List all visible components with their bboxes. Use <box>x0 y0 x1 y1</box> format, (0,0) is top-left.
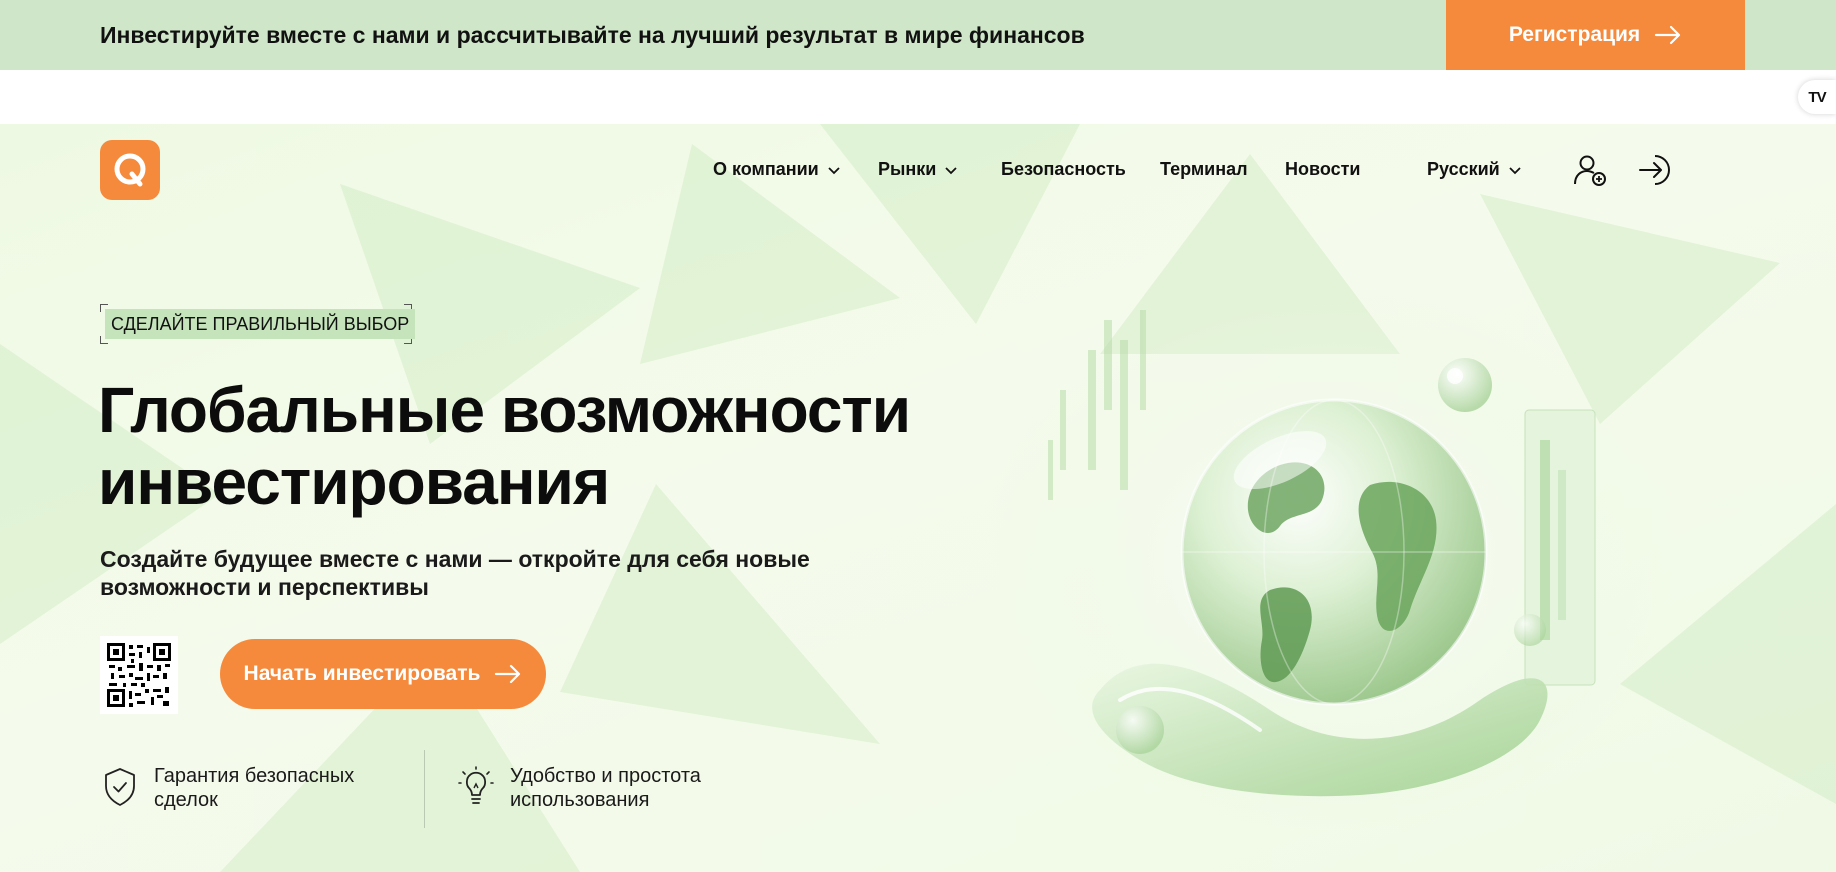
lightbulb-icon <box>458 766 494 804</box>
register-button-label: Регистрация <box>1508 23 1641 46</box>
hero-title-line1: Глобальные возможности <box>98 374 911 446</box>
promo-bar: Инвестируйте вместе с нами и рассчитывай… <box>0 0 1836 70</box>
hero-title: Глобальные возможности инвестирования <box>98 374 918 518</box>
nav-item-security[interactable]: Безопасность <box>1001 159 1126 180</box>
tagline-text: СДЕЛАЙТЕ ПРАВИЛЬНЫЙ ВЫБОР <box>105 309 416 339</box>
feature-text: Удобство и простота использования <box>510 764 701 812</box>
nav-item-company[interactable]: О компании <box>713 159 841 180</box>
nav-item-label: Безопасность <box>1001 159 1126 179</box>
hero-subtitle-line2: возможности и перспективы <box>100 574 429 600</box>
arrow-right-icon <box>1655 25 1681 45</box>
chevron-down-icon <box>1509 166 1521 174</box>
start-investing-button[interactable]: Начать инвестировать <box>220 639 546 709</box>
white-strip <box>0 70 1836 124</box>
language-selector[interactable]: Русский <box>1427 159 1522 180</box>
feature-line: использования <box>510 789 650 811</box>
nav-item-terminal[interactable]: Терминал <box>1160 159 1248 180</box>
feature-line: сделок <box>154 789 218 811</box>
feature-safety: Гарантия безопасных сделок <box>102 764 354 812</box>
login-icon[interactable] <box>1637 152 1673 188</box>
feature-usability: Удобство и простота использования <box>458 764 701 812</box>
hero-subtitle-line1: Создайте будущее вместе с нами — откройт… <box>100 546 810 572</box>
qr-code[interactable] <box>100 636 178 714</box>
user-add-icon[interactable] <box>1572 152 1608 188</box>
feature-divider <box>424 750 425 828</box>
hero-title-line2: инвестирования <box>98 446 610 518</box>
language-label: Русский <box>1427 159 1500 179</box>
logo[interactable] <box>100 140 160 200</box>
nav-item-label: О компании <box>713 159 819 179</box>
qr-code-icon <box>107 643 171 707</box>
globe-illustration <box>980 290 1680 830</box>
tagline: СДЕЛАЙТЕ ПРАВИЛЬНЫЙ ВЫБОР <box>100 304 416 344</box>
nav-item-label: Новости <box>1285 159 1361 179</box>
feature-text: Гарантия безопасных сделок <box>154 764 354 812</box>
feature-line: Удобство и простота <box>510 765 701 787</box>
chevron-down-icon <box>945 166 957 174</box>
promo-text: Инвестируйте вместе с нами и рассчитывай… <box>100 22 1085 48</box>
feature-line: Гарантия безопасных <box>154 765 355 787</box>
nav-item-markets[interactable]: Рынки <box>878 159 958 180</box>
register-button[interactable]: Регистрация <box>1446 0 1745 70</box>
shield-check-icon <box>105 768 135 806</box>
nav-item-label: Терминал <box>1160 159 1248 179</box>
start-investing-label: Начать инвестировать <box>243 662 481 685</box>
bg-shape <box>560 484 880 744</box>
chevron-down-icon <box>828 166 840 174</box>
arrow-right-icon <box>495 664 521 684</box>
nav-item-label: Рынки <box>878 159 937 179</box>
nav-item-news[interactable]: Новости <box>1285 159 1360 180</box>
tradingview-badge[interactable]: TV <box>1798 80 1836 114</box>
logo-mark-icon <box>114 153 146 187</box>
hero-subtitle: Создайте будущее вместе с нами — откройт… <box>100 545 820 601</box>
